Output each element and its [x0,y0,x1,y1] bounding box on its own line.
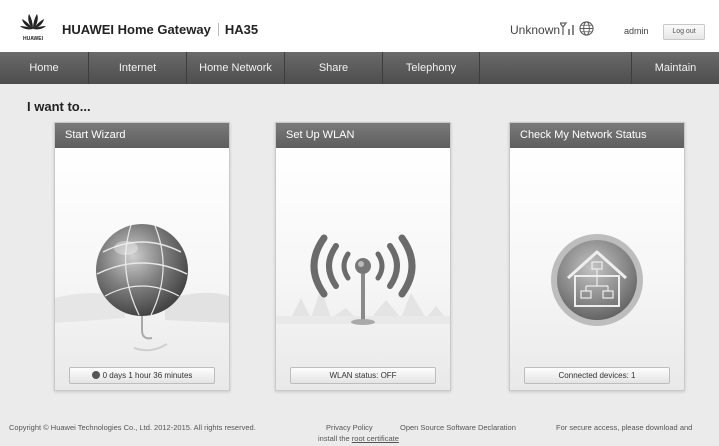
nav-item-internet[interactable]: Internet [89,52,187,84]
connected-devices-status: Connected devices: 1 [524,367,670,384]
secure-access-text: For secure access, please download and [556,423,693,432]
huawei-logo: HUAWEI [20,14,46,42]
install-cert-line: install the root certificate [318,434,399,443]
wlan-status: WLAN status: OFF [290,367,436,384]
section-title: I want to... [27,99,91,114]
card-title: Set Up WLAN [276,123,450,148]
copyright-text: Copyright © Huawei Technologies Co., Ltd… [9,423,256,432]
nav-item-home[interactable]: Home [0,52,89,84]
logout-button[interactable]: Log out [663,24,705,40]
model-name: HA35 [224,22,259,37]
network-status-text: Unknown [510,23,561,37]
brand-name: HUAWEI Home Gateway [62,22,211,37]
root-certificate-link[interactable]: root certificate [352,434,399,443]
main-nav: Home Internet Home Network Share Telepho… [0,52,719,84]
signal-strength-icon [560,22,574,35]
setup-wlan-card[interactable]: Set Up WLAN WLAN status: OFF [275,122,451,391]
nav-item-maintain[interactable]: Maintain [632,52,719,84]
open-source-declaration-link[interactable]: Open Source Software Declaration [400,423,516,432]
network-status-card[interactable]: Check My Network Status Connected device… [509,122,685,391]
top-header: HUAWEI HUAWEI Home Gateway HA35 Unknown a… [0,0,719,52]
card-body: Connected devices: 1 [510,148,684,390]
privacy-policy-link[interactable]: Privacy Policy [326,423,373,432]
globe-icon [579,21,594,36]
card-body: 0 days 1 hour 36 minutes [55,148,229,390]
uptime-status: 0 days 1 hour 36 minutes [69,367,215,384]
card-body: WLAN status: OFF [276,148,450,390]
uptime-text: 0 days 1 hour 36 minutes [102,371,193,380]
install-prefix: install the [318,434,350,443]
product-title: HUAWEI Home Gateway HA35 [62,22,258,37]
globe-wizard-icon [55,224,229,352]
nav-item-home-network[interactable]: Home Network [187,52,285,84]
svg-text:HUAWEI: HUAWEI [23,36,44,42]
start-wizard-card[interactable]: Start Wizard 0 days 1 hour 36 minutes [54,122,230,391]
home-network-icon [551,234,643,326]
nav-item-share[interactable]: Share [285,52,383,84]
nav-item-spacer [480,52,632,84]
card-title: Start Wizard [55,123,229,148]
nav-item-telephony[interactable]: Telephony [383,52,480,84]
title-divider [217,23,219,36]
card-title: Check My Network Status [510,123,684,148]
wlan-antenna-icon [276,234,450,325]
clock-icon [91,371,100,379]
current-user: admin [624,26,649,36]
